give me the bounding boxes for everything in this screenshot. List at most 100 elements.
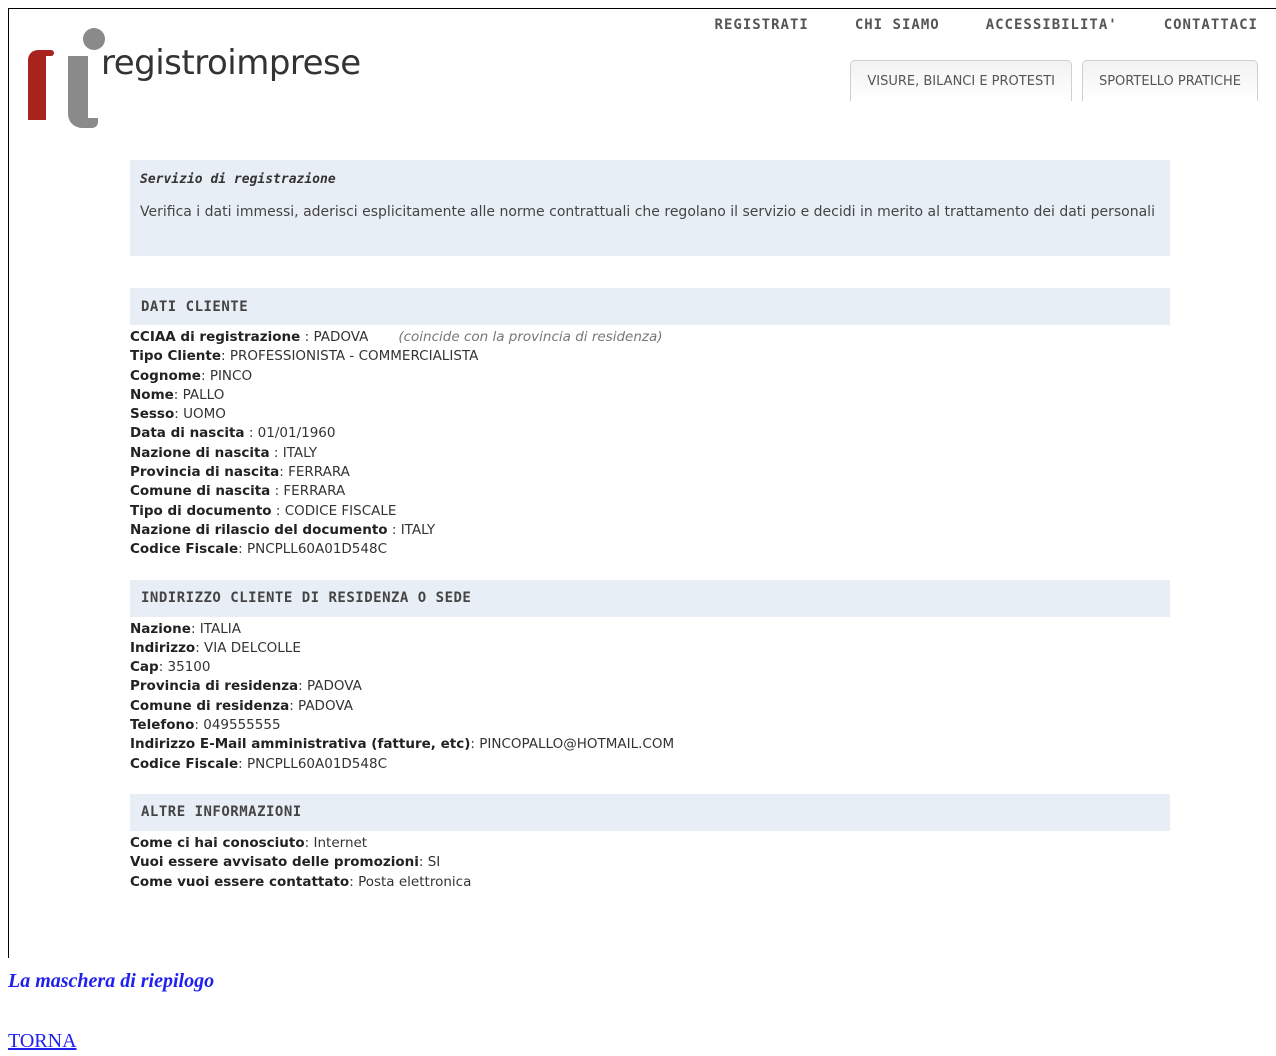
field-row: Nazione di nascita : ITALY	[130, 444, 1170, 463]
field-value: ITALIA	[199, 620, 241, 637]
field-value: FERRARA	[283, 483, 346, 500]
field-label: Telefono	[130, 717, 195, 734]
field-value: PADOVA	[298, 697, 353, 714]
field-label: Indirizzo	[130, 639, 196, 656]
section-header: ALTRE INFORMAZIONI	[130, 793, 1170, 831]
field-label: Nome	[130, 386, 174, 403]
logo-text: registroimprese	[101, 43, 361, 83]
nav-registrati[interactable]: REGISTRATI	[715, 17, 809, 33]
field-label: Comune di nascita	[130, 483, 271, 500]
field-note: (coincide con la provincia di residenza)	[398, 329, 663, 345]
top-navigation: REGISTRATI CHI SIAMO ACCESSIBILITA' CONT…	[715, 17, 1258, 33]
field-separator: :	[238, 755, 247, 772]
logo-red-bracket-icon	[28, 50, 54, 120]
field-row: Codice Fiscale: PNCPLL60A01D548C	[130, 755, 1170, 774]
field-row: Indirizzo: VIA DELCOLLE	[130, 639, 1170, 658]
field-separator: :	[289, 697, 299, 714]
summary-content: Servizio di registrazione Verifica i dat…	[130, 160, 1170, 892]
field-row: CCIAA di registrazione : PADOVA (coincide…	[130, 328, 1170, 347]
field-separator: :	[270, 483, 284, 500]
field-separator: :	[271, 502, 285, 519]
field-row: Tipo di documento : CODICE FISCALE	[130, 502, 1170, 521]
field-value: PADOVA	[313, 329, 369, 345]
logo-grey-bar-icon	[68, 56, 98, 128]
registroimprese-logo[interactable]: registroimprese	[28, 28, 368, 128]
field-separator: :	[173, 386, 183, 403]
field-label: Come ci hai conosciuto	[130, 834, 305, 851]
section-rows: Nazione: ITALIA Indirizzo: VIA DELCOLLE Ca…	[130, 617, 1170, 774]
tab-sportello-pratiche[interactable]: SPORTELLO PRATICHE	[1081, 60, 1258, 101]
section-header: DATI CLIENTE	[130, 288, 1170, 325]
field-label: Provincia di nascita	[130, 464, 280, 481]
field-row: Vuoi essere avvisato delle promozioni: S…	[130, 853, 1170, 872]
field-value: PINCOPALLO@HOTMAIL.COM	[479, 736, 675, 753]
field-value: CODICE FISCALE	[284, 502, 397, 519]
field-label: Codice Fiscale	[130, 541, 239, 558]
sections-container: DATI CLIENTE CCIAA di registrazione : PAD…	[130, 288, 1170, 892]
field-separator: :	[300, 329, 314, 345]
field-value: SI	[427, 854, 441, 871]
field-separator: :	[221, 348, 230, 365]
nav-chi-siamo[interactable]: CHI SIAMO	[855, 17, 940, 33]
intro-title: Servizio di registrazione	[140, 172, 336, 187]
field-label: Come vuoi essere contattato	[130, 873, 350, 890]
field-value: PINCO	[209, 367, 253, 384]
field-separator: :	[190, 620, 200, 637]
field-value: FERRARA	[288, 464, 350, 481]
field-value: PNCPLL60A01D548C	[246, 755, 387, 772]
field-separator: :	[279, 464, 289, 481]
field-row: Cognome: PINCO	[130, 367, 1170, 386]
field-label: Comune di residenza	[130, 697, 290, 714]
field-separator: :	[349, 873, 359, 890]
field-value: ITALY	[400, 521, 436, 538]
field-separator: :	[470, 736, 480, 753]
field-value: UOMO	[183, 406, 226, 423]
field-separator: :	[244, 425, 258, 442]
intro-text: Verifica i dati immessi, aderisci esplic…	[140, 204, 1155, 220]
nav-contattaci[interactable]: CONTATTACI	[1164, 17, 1258, 33]
field-value: Internet	[313, 834, 368, 851]
field-separator: :	[269, 444, 283, 461]
field-label: Indirizzo E-Mail amministrativa (fatture…	[130, 736, 471, 753]
field-value: 01/01/1960	[257, 425, 336, 442]
field-separator: :	[158, 659, 168, 676]
field-label: Codice Fiscale	[130, 755, 239, 772]
field-row: Comune di residenza: PADOVA	[130, 697, 1170, 716]
field-label: Nazione di nascita	[130, 444, 270, 461]
field-row: Data di nascita : 01/01/1960	[130, 424, 1170, 443]
field-row: Sesso: UOMO	[130, 405, 1170, 424]
field-label: Data di nascita	[130, 425, 245, 442]
field-row: Cap: 35100	[130, 658, 1170, 677]
field-label: Tipo di documento	[130, 502, 272, 519]
tab-visure-bilanci-protesti[interactable]: VISURE, BILANCI E PROTESTI	[850, 60, 1072, 101]
field-separator: :	[195, 639, 205, 656]
field-value: PROFESSIONISTA - COMMERCIALISTA	[229, 348, 479, 365]
field-separator: :	[387, 521, 401, 538]
section-rows: Come ci hai conosciuto: Internet Vuoi ess…	[130, 831, 1170, 892]
field-value: 049555555	[203, 717, 281, 734]
field-label: Tipo Cliente	[130, 348, 222, 365]
field-row: Comune di nascita : FERRARA	[130, 482, 1170, 501]
intro-box: Servizio di registrazione Verifica i dat…	[130, 160, 1170, 256]
field-separator: :	[238, 541, 247, 558]
field-row: Nazione: ITALIA	[130, 620, 1170, 639]
field-row: Codice Fiscale: PNCPLL60A01D548C	[130, 540, 1170, 559]
nav-accessibilita[interactable]: ACCESSIBILITA'	[986, 17, 1118, 33]
field-label: Vuoi essere avvisato delle promozioni	[130, 854, 419, 871]
field-separator: :	[194, 717, 204, 734]
figure-caption: La maschera di riepilogo	[8, 970, 215, 992]
field-value: 35100	[167, 659, 211, 676]
field-label: CCIAA di registrazione	[130, 329, 301, 345]
field-row: Provincia di nascita: FERRARA	[130, 463, 1170, 482]
service-tabs: VISURE, BILANCI E PROTESTI SPORTELLO PRA…	[850, 60, 1258, 101]
field-label: Nazione di rilascio del documento	[130, 521, 388, 538]
field-row: Come ci hai conosciuto: Internet	[130, 834, 1170, 853]
field-separator: :	[174, 406, 184, 423]
field-row: Indirizzo E-Mail amministrativa (fatture…	[130, 735, 1170, 754]
field-separator: :	[200, 367, 210, 384]
field-row: Nazione di rilascio del documento : ITAL…	[130, 521, 1170, 540]
field-value: PNCPLL60A01D548C	[246, 541, 387, 558]
field-value: Posta elettronica	[358, 873, 472, 890]
field-value: ITALY	[282, 444, 318, 461]
torna-link[interactable]: TORNA	[8, 1030, 77, 1053]
